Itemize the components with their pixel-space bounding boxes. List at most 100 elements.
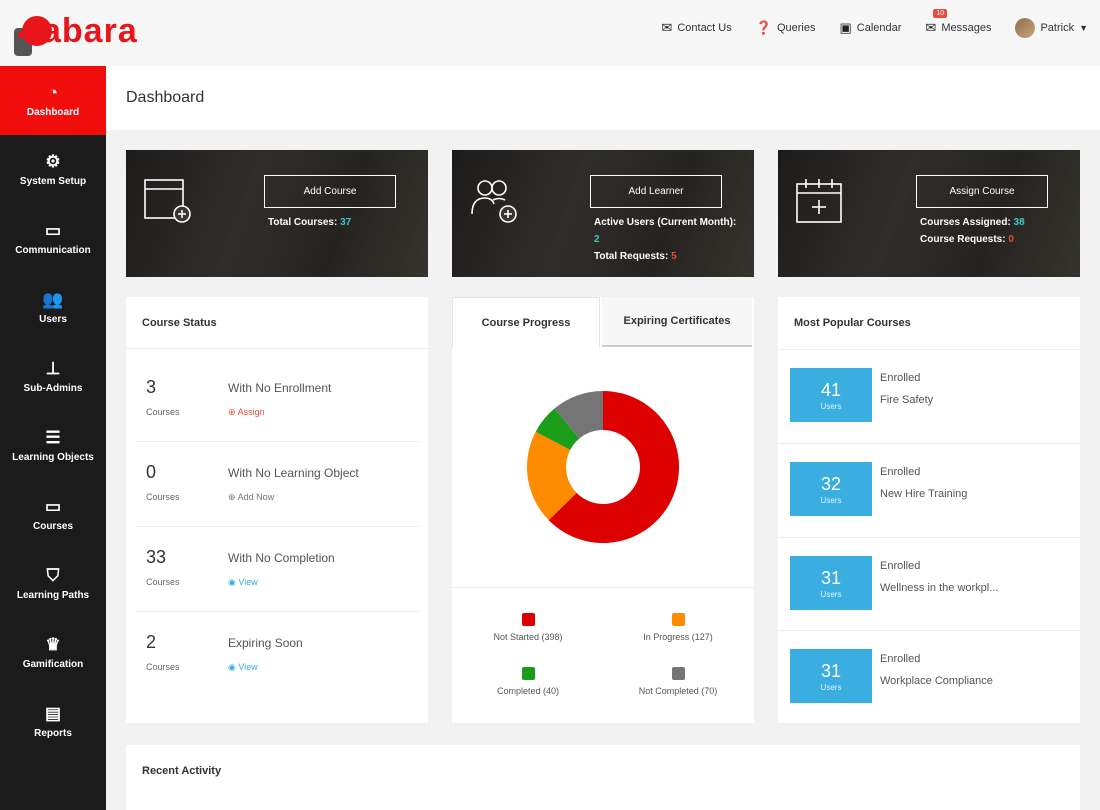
enrolled-count: 32	[820, 473, 842, 494]
view-link[interactable]: ◉ View	[228, 662, 258, 673]
user-name: Patrick	[1040, 22, 1075, 34]
enrolled-label: Enrolled	[880, 560, 921, 572]
course-status-row: 33 Courses With No Completion ◉ View	[136, 527, 420, 612]
enrolled-count-box: 31 Users	[790, 556, 872, 610]
popular-course-row[interactable]: 41 Users Enrolled Fire Safety	[778, 349, 1080, 442]
add-learner-button[interactable]: Add Learner	[590, 175, 722, 208]
inbox-icon: ✉	[925, 20, 937, 35]
sidebar-item-label: Users	[39, 313, 67, 325]
enrolled-label: Enrolled	[880, 466, 921, 478]
legend-swatch	[671, 667, 685, 680]
divider	[452, 587, 754, 588]
sidebar: ◔ Dashboard ⚙ System Setup ▭ Communicati…	[0, 66, 106, 810]
legend-not-started: Not Started (398)	[458, 613, 598, 642]
page-title: Dashboard	[126, 89, 205, 106]
recent-activity-card: Recent Activity	[126, 745, 1080, 810]
course-name: Workplace Compliance	[880, 675, 993, 687]
assign-link[interactable]: ⊕ Assign	[228, 407, 265, 418]
enrolled-count-box: 31 Users	[790, 649, 872, 703]
page-header: Dashboard	[106, 66, 1100, 130]
course-count: 0	[146, 462, 157, 482]
status-label: With No Completion	[228, 551, 335, 565]
abara-logo[interactable]: abara	[8, 6, 148, 58]
monitor-icon: ▭	[44, 496, 62, 516]
tab-expiring-certificates[interactable]: Expiring Certificates	[602, 297, 752, 347]
assign-stats: Courses Assigned: 38 Course Requests: 0	[920, 214, 1070, 248]
sidebar-item-label: Sub-Admins	[23, 382, 83, 394]
course-requests-value: 0	[1008, 234, 1014, 245]
legend-completed: Completed (40)	[458, 667, 598, 696]
eye-icon: ◉	[228, 662, 236, 672]
status-label: With No Learning Object	[228, 466, 359, 480]
sidebar-item-sub-admins[interactable]: ⊥ Sub-Admins	[0, 342, 106, 411]
road-icon: ⛉	[46, 565, 60, 585]
messages-link[interactable]: ✉ 10 Messages	[925, 9, 992, 36]
enrolled-label: Enrolled	[880, 653, 921, 665]
user-menu[interactable]: Patrick ▼	[1015, 18, 1088, 38]
course-status-row: 3 Courses With No Enrollment ⊕ Assign	[136, 357, 420, 442]
enrolled-count: 31	[820, 660, 842, 681]
popular-course-row[interactable]: 32 Users Enrolled New Hire Training	[778, 443, 1080, 536]
sidebar-item-communication[interactable]: ▭ Communication	[0, 204, 106, 273]
view-label: View	[238, 662, 258, 672]
sidebar-item-label: Gamification	[22, 658, 84, 670]
enrolled-label: Enrolled	[880, 372, 921, 384]
legend-swatch	[521, 613, 535, 626]
sidebar-item-gamification[interactable]: ♛ Gamification	[0, 618, 106, 687]
enrolled-count-box: 32 Users	[790, 462, 872, 516]
sidebar-item-system-setup[interactable]: ⚙ System Setup	[0, 135, 106, 204]
add-now-link[interactable]: ⊕ Add Now	[228, 492, 274, 503]
calendar-label: Calendar	[856, 22, 902, 34]
server-icon: ☰	[45, 427, 61, 447]
sidebar-item-dashboard[interactable]: ◔ Dashboard	[0, 66, 106, 135]
contact-us-link[interactable]: ✉ Contact Us	[661, 20, 731, 36]
legend-in-progress: In Progress (127)	[608, 613, 748, 642]
course-count: 3	[146, 377, 157, 397]
sidebar-item-learning-objects[interactable]: ☰ Learning Objects	[0, 411, 106, 480]
calendar-plus-icon	[796, 179, 842, 223]
tab-course-progress[interactable]: Course Progress	[452, 297, 600, 347]
enrolled-unit: Users	[820, 682, 842, 692]
sidebar-item-label: Learning Objects	[12, 451, 94, 463]
courses-assigned-value: 38	[1013, 217, 1025, 228]
assign-course-button[interactable]: Assign Course	[916, 175, 1048, 208]
view-label: View	[238, 577, 258, 587]
course-progress-card: Course Progress Expiring Certificates No…	[452, 297, 754, 723]
logo-text: abara	[42, 12, 138, 50]
sidebar-item-courses[interactable]: ▭ Courses	[0, 480, 106, 549]
course-unit: Courses	[146, 492, 180, 502]
plus-circle-icon: ⊕	[228, 407, 236, 417]
gear-icon: ⚙	[45, 151, 61, 171]
sidebar-item-label: System Setup	[19, 175, 87, 187]
total-requests-value: 5	[671, 251, 677, 262]
queries-link[interactable]: ❓ Queries	[756, 20, 816, 36]
add-course-button[interactable]: Add Course	[264, 175, 396, 208]
sidebar-item-label: Dashboard	[26, 106, 80, 118]
course-count: 2	[146, 632, 157, 652]
messages-label: Messages	[941, 22, 992, 34]
eye-icon: ◉	[228, 577, 236, 587]
calendar-link[interactable]: ▣ Calendar	[839, 20, 901, 36]
sidebar-item-label: Learning Paths	[16, 589, 90, 601]
enrolled-unit: Users	[820, 495, 842, 505]
popular-course-row[interactable]: 31 Users Enrolled Wellness in the workpl…	[778, 537, 1080, 630]
plus-circle-icon: ⊕	[228, 492, 236, 502]
course-unit: Courses	[146, 577, 180, 587]
caret-down-icon: ▼	[1079, 23, 1088, 33]
course-requests-label: Course Requests:	[920, 234, 1006, 245]
enrolled-count: 41	[820, 379, 842, 400]
add-course-card: Add Course Total Courses: 37	[126, 150, 428, 277]
sidebar-item-users[interactable]: 👥 Users	[0, 273, 106, 342]
popular-courses-card: Most Popular Courses 41 Users Enrolled F…	[778, 297, 1080, 723]
view-link[interactable]: ◉ View	[228, 577, 258, 588]
sidebar-item-reports[interactable]: ▤ Reports	[0, 687, 106, 756]
legend-swatch	[671, 613, 685, 626]
assign-course-card: Assign Course Courses Assigned: 38 Cours…	[778, 150, 1080, 277]
courses-assigned-label: Courses Assigned:	[920, 217, 1011, 228]
sidebar-item-learning-paths[interactable]: ⛉ Learning Paths	[0, 549, 106, 618]
active-users-label: Active Users (Current Month):	[594, 217, 737, 228]
top-bar: abara ✉ Contact Us ❓ Queries ▣ Calendar …	[0, 0, 1100, 66]
course-stats: Total Courses: 37	[268, 214, 418, 231]
popular-course-row[interactable]: 31 Users Enrolled Workplace Compliance	[778, 630, 1080, 723]
avatar	[1015, 18, 1036, 38]
